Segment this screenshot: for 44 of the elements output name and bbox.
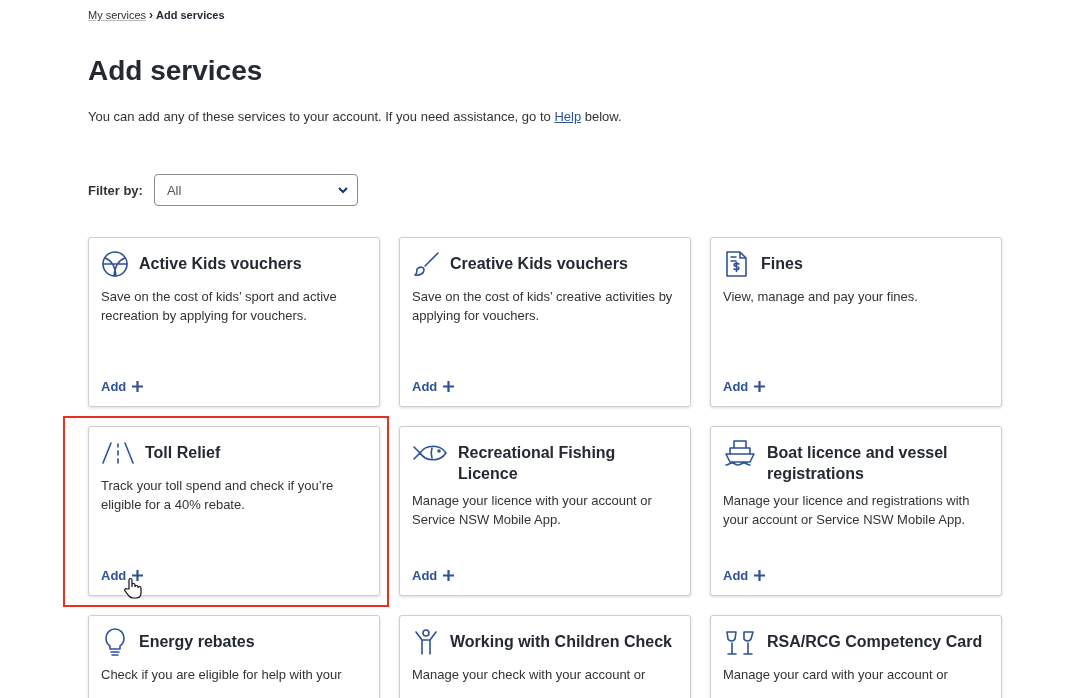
card-title: Active Kids vouchers [139,254,302,274]
card-description: Manage your check with your account or [412,666,647,684]
add-link[interactable]: Add [101,568,144,583]
card-description: Save on the cost of kids’ creative activities by applying for vouchers. [412,288,674,325]
card-title: Toll Relief [145,443,221,463]
filter-label: Filter by: [88,182,143,198]
help-link[interactable]: Help [554,109,582,124]
card-description: Manage your licence with your account or Service NSW Mobile App. [412,492,653,529]
add-link[interactable]: Add [723,379,766,394]
glasses-icon [723,628,757,656]
card-description: Check if you are eligible for help with your [101,666,343,684]
ship-icon [723,439,757,467]
add-link[interactable]: Add [723,568,766,583]
card-description: Save on the cost of kids’ sport and active recreation by applying for vouchers. [101,288,338,325]
card-description: Manage your card with your account or [723,666,949,684]
card-description: Manage your licence and registrations with your account or Service NSW Mobile App. [723,492,971,529]
breadcrumb-separator: › [149,8,154,22]
card-title: Recreational Fishing Licence [458,443,617,484]
person-icon [412,628,440,656]
card-title: Working with Children Check [450,632,672,652]
page-title: Add services [88,55,264,87]
card-title: Creative Kids vouchers [450,254,628,274]
paintbrush-icon [412,250,440,278]
card-title: RSA/RCG Competency Card [767,632,983,652]
plus-icon [132,570,144,581]
breadcrumb-link[interactable]: My services [88,9,147,21]
add-link[interactable]: Add [412,568,455,583]
plus-icon [443,570,455,581]
card-description: View, manage and pay your fines. [723,288,919,306]
plus-icon [754,381,766,392]
intro-text: You can add any of these services to your account. If you need assistance, go to Help below. [88,109,623,124]
card-title: Energy rebates [139,632,255,652]
chevron-down-icon [336,186,349,194]
card-title: Fines [761,254,803,274]
breadcrumb-current: Add services [156,9,225,21]
filter-select[interactable]: All [153,174,358,206]
card-title: Boat licence and vessel registrations [767,443,949,484]
road-icon [101,439,135,467]
card-description: Track your toll spend and check if you’re eligible for a 40% rebate. [101,477,335,514]
plus-icon [754,570,766,581]
plus-icon [443,381,455,392]
add-link[interactable]: Add [101,379,144,394]
add-link[interactable]: Add [412,379,455,394]
plus-icon [132,381,144,392]
